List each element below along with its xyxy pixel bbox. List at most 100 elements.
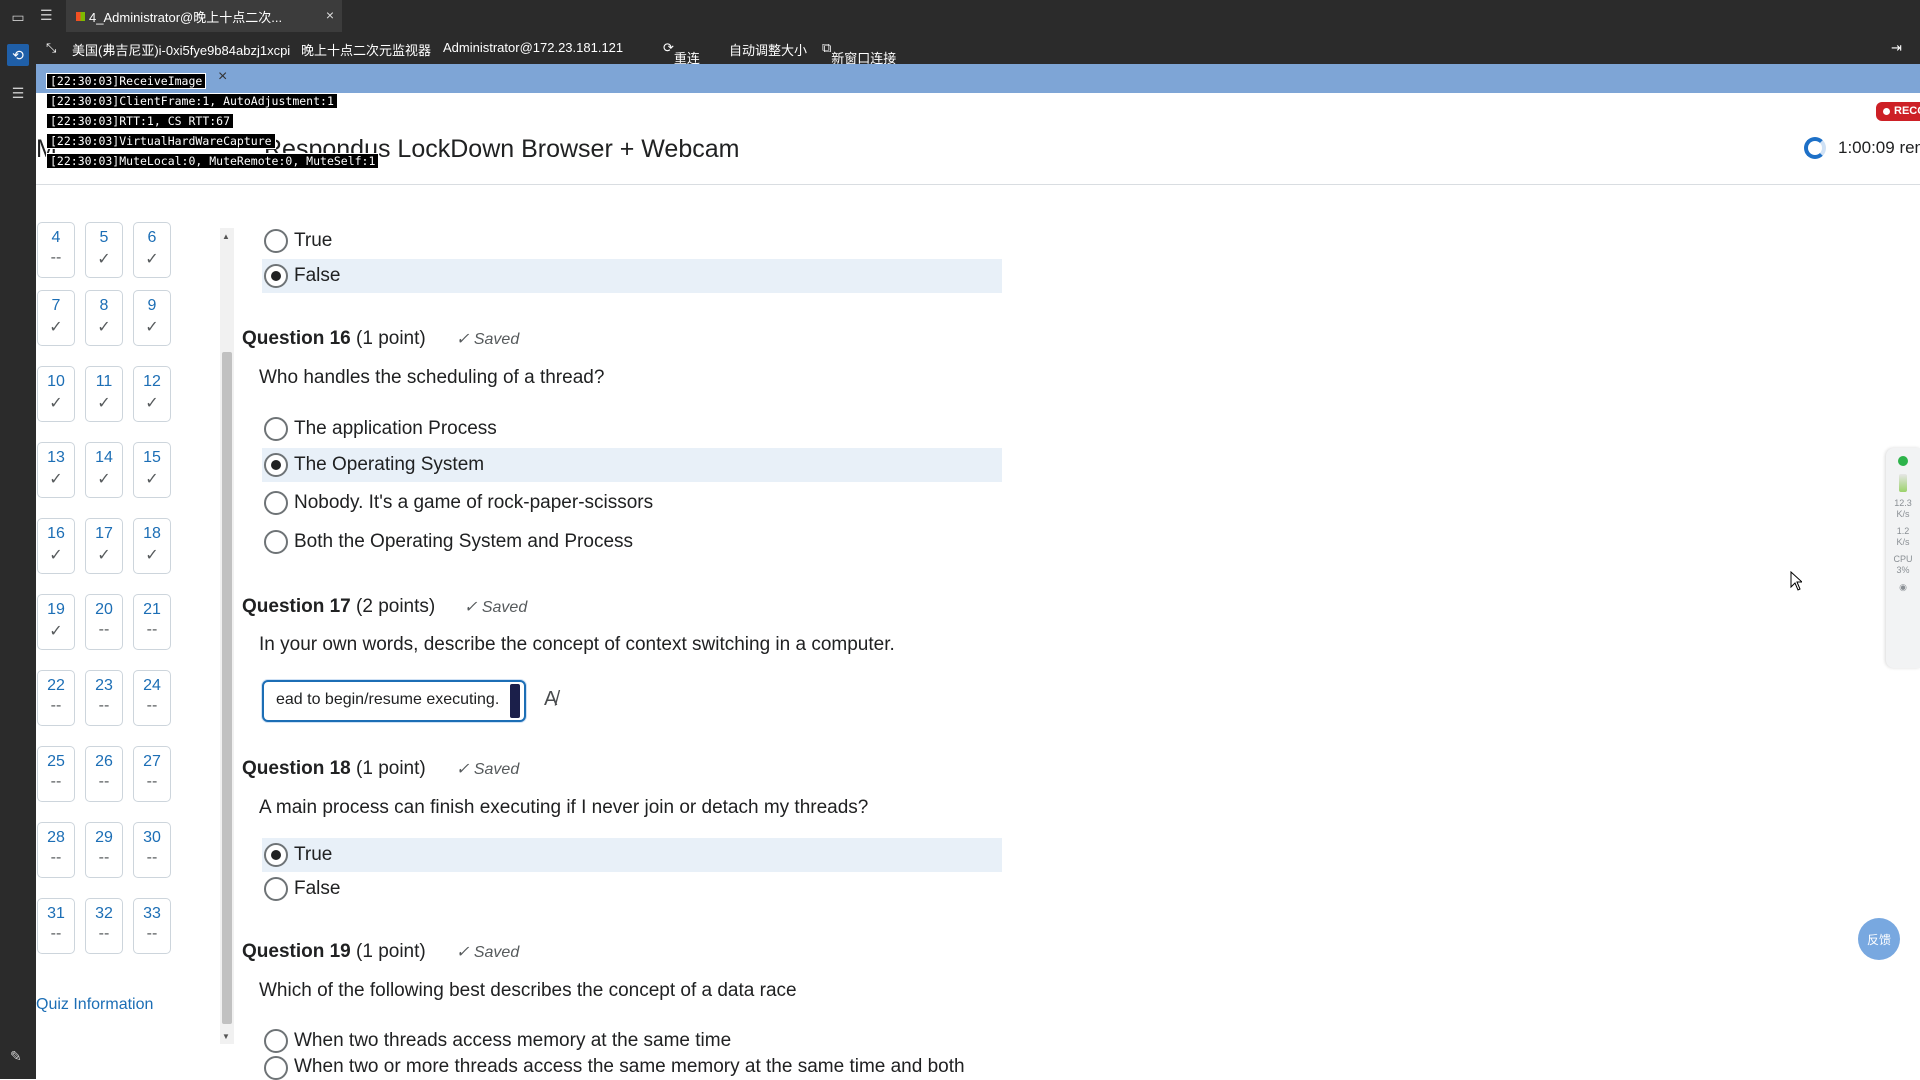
question-nav-cell[interactable]: 17 ✓ [85,518,123,574]
question-nav-cell[interactable]: 22 -- [37,670,75,726]
q19-text: Which of the following best describes th… [259,980,797,1001]
radio-button[interactable] [264,229,288,253]
question-nav-cell[interactable]: 29 -- [85,822,123,878]
question-nav-cell[interactable]: 31 -- [37,898,75,954]
question-nav-cell[interactable]: 14 ✓ [85,442,123,498]
network-monitor-widget[interactable]: 12.3 K/s 1.2 K/s CPU 3% ◉ [1886,448,1920,668]
q19-option[interactable]: When two or more threads access the same… [262,1056,1002,1080]
folder-icon[interactable]: ▭ [7,6,29,28]
feedback-button[interactable]: 反馈 [1858,918,1900,960]
question-nav-cell[interactable]: 20 -- [85,594,123,650]
question-nav-cell[interactable]: 18 ✓ [133,518,171,574]
scroll-down-icon[interactable]: ▼ [222,1032,230,1041]
pin-icon[interactable]: ✎ [10,1048,22,1065]
debug-line: [22:30:03]ClientFrame:1, AutoAdjustment:… [46,93,338,109]
question-nav-cell[interactable]: 23 -- [85,670,123,726]
q18-option-true[interactable]: True [262,838,1002,872]
question-nav-cell[interactable]: 25 -- [37,746,75,802]
question-nav-cell[interactable]: 19 ✓ [37,594,75,650]
radio-button[interactable] [264,877,288,901]
q16-heading: Question 16 (1 point) [242,328,426,350]
reconnect-button[interactable]: ⟳ 重连 [663,40,700,66]
question-nav-cell[interactable]: 24 -- [133,670,171,726]
question-status: ✓ [49,623,63,640]
radio-button[interactable] [264,264,288,288]
q15-option-true[interactable]: True [262,224,1002,258]
download-unit: K/s [1896,509,1910,519]
connection-info-bar: ⤡ 美国(弗吉尼亚)i-0xi5fye9b84abzj1xcpi 晚上十点二次元… [36,32,1920,66]
radio-button[interactable] [264,417,288,441]
question-nav-cell[interactable]: 12 ✓ [133,366,171,422]
q18-option-false[interactable]: False [262,872,1002,906]
option-label: False [294,265,341,286]
question-number: 5 [99,229,109,246]
question-nav-cell[interactable]: 8 ✓ [85,290,123,346]
radio-button[interactable] [264,530,288,554]
debug-line: [22:30:03]VirtualHardWareCapture [46,133,276,149]
question-nav-cell[interactable]: 5 ✓ [85,222,123,278]
camera-icon[interactable]: ◉ [1886,582,1920,593]
question-nav-cell[interactable]: 7 ✓ [37,290,75,346]
question-status: -- [146,849,158,866]
q16-option[interactable]: The Operating System [262,448,1002,482]
upload-speed: 1.2 K/s [1886,526,1920,548]
question-nav-cell[interactable]: 4 -- [37,222,75,278]
session-tab[interactable]: 4_Administrator@晚上十点二次... × [66,0,342,32]
q16-option[interactable]: Both the Operating System and Process [262,525,1002,559]
question-number: 20 [95,601,113,618]
q17-answer-input[interactable]: ead to begin/resume executing. [262,680,526,722]
debug-line: [22:30:03]RTT:1, CS RTT:67 [46,113,235,129]
menu-icon[interactable]: ☰ [40,7,53,24]
question-status: ✓ [97,395,111,412]
scroll-up-icon[interactable]: ▲ [222,232,230,241]
question-nav-cell[interactable]: 9 ✓ [133,290,171,346]
question-nav-cell[interactable]: 26 -- [85,746,123,802]
question-status: -- [98,697,110,714]
question-nav-cell[interactable]: 11 ✓ [85,366,123,422]
question-status: ✓ [49,547,63,564]
debug-close-icon[interactable]: × [218,68,227,86]
q19-option[interactable]: When two threads access memory at the sa… [262,1024,1002,1058]
exit-icon[interactable]: ⇥ [1891,40,1902,56]
question-status: -- [98,621,110,638]
scrollbar-thumb[interactable] [222,352,232,1024]
radio-button[interactable] [264,453,288,477]
question-nav-cell[interactable]: 6 ✓ [133,222,171,278]
question-nav-cell[interactable]: 10 ✓ [37,366,75,422]
q15-option-false[interactable]: False [262,259,1002,293]
download-value: 12.3 [1894,498,1912,508]
radio-button[interactable] [264,1056,288,1080]
question-nav-cell[interactable]: 30 -- [133,822,171,878]
question-nav-cell[interactable]: 21 -- [133,594,171,650]
question-number: 26 [95,753,113,770]
question-nav-cell[interactable]: 32 -- [85,898,123,954]
upload-unit: K/s [1896,537,1910,547]
quiz-information-link[interactable]: Quiz Information [36,996,153,1014]
radio-button[interactable] [264,1029,288,1053]
cpu-label: CPU [1893,554,1913,564]
question-nav-cell[interactable]: 27 -- [133,746,171,802]
history-icon[interactable]: ⟲ [7,44,29,66]
question-title: Question 18 [242,758,351,779]
session-user: Administrator@172.23.181.121 [443,40,624,55]
radio-button[interactable] [264,843,288,867]
question-nav-cell[interactable]: 16 ✓ [37,518,75,574]
q16-option[interactable]: Nobody. It's a game of rock-paper-scisso… [262,486,1002,520]
tab-close-button[interactable]: × [326,7,334,23]
session-name: 晚上十点二次元监视器 [301,43,432,58]
question-nav-cell[interactable]: 28 -- [37,822,75,878]
radio-button[interactable] [264,491,288,515]
spellcheck-icon[interactable]: A̸ [544,688,557,711]
content-scrollbar[interactable]: ▲ ▼ [220,228,234,1044]
question-nav-cell[interactable]: 33 -- [133,898,171,954]
debug-line: [22:30:03]MuteLocal:0, MuteRemote:0, Mut… [46,153,380,169]
question-nav-cell[interactable]: 13 ✓ [37,442,75,498]
list-icon[interactable]: ☰ [7,82,29,104]
question-number: 15 [143,449,161,466]
autosize-button[interactable]: 自动调整大小 [729,40,807,59]
fullscreen-icon[interactable]: ⤡ [46,40,56,56]
new-window-button[interactable]: ⧉ 新窗口连接 [822,40,896,66]
debug-line: [22:30:03]ReceiveImage [46,73,207,89]
q16-option[interactable]: The application Process [262,412,1002,446]
question-nav-cell[interactable]: 15 ✓ [133,442,171,498]
